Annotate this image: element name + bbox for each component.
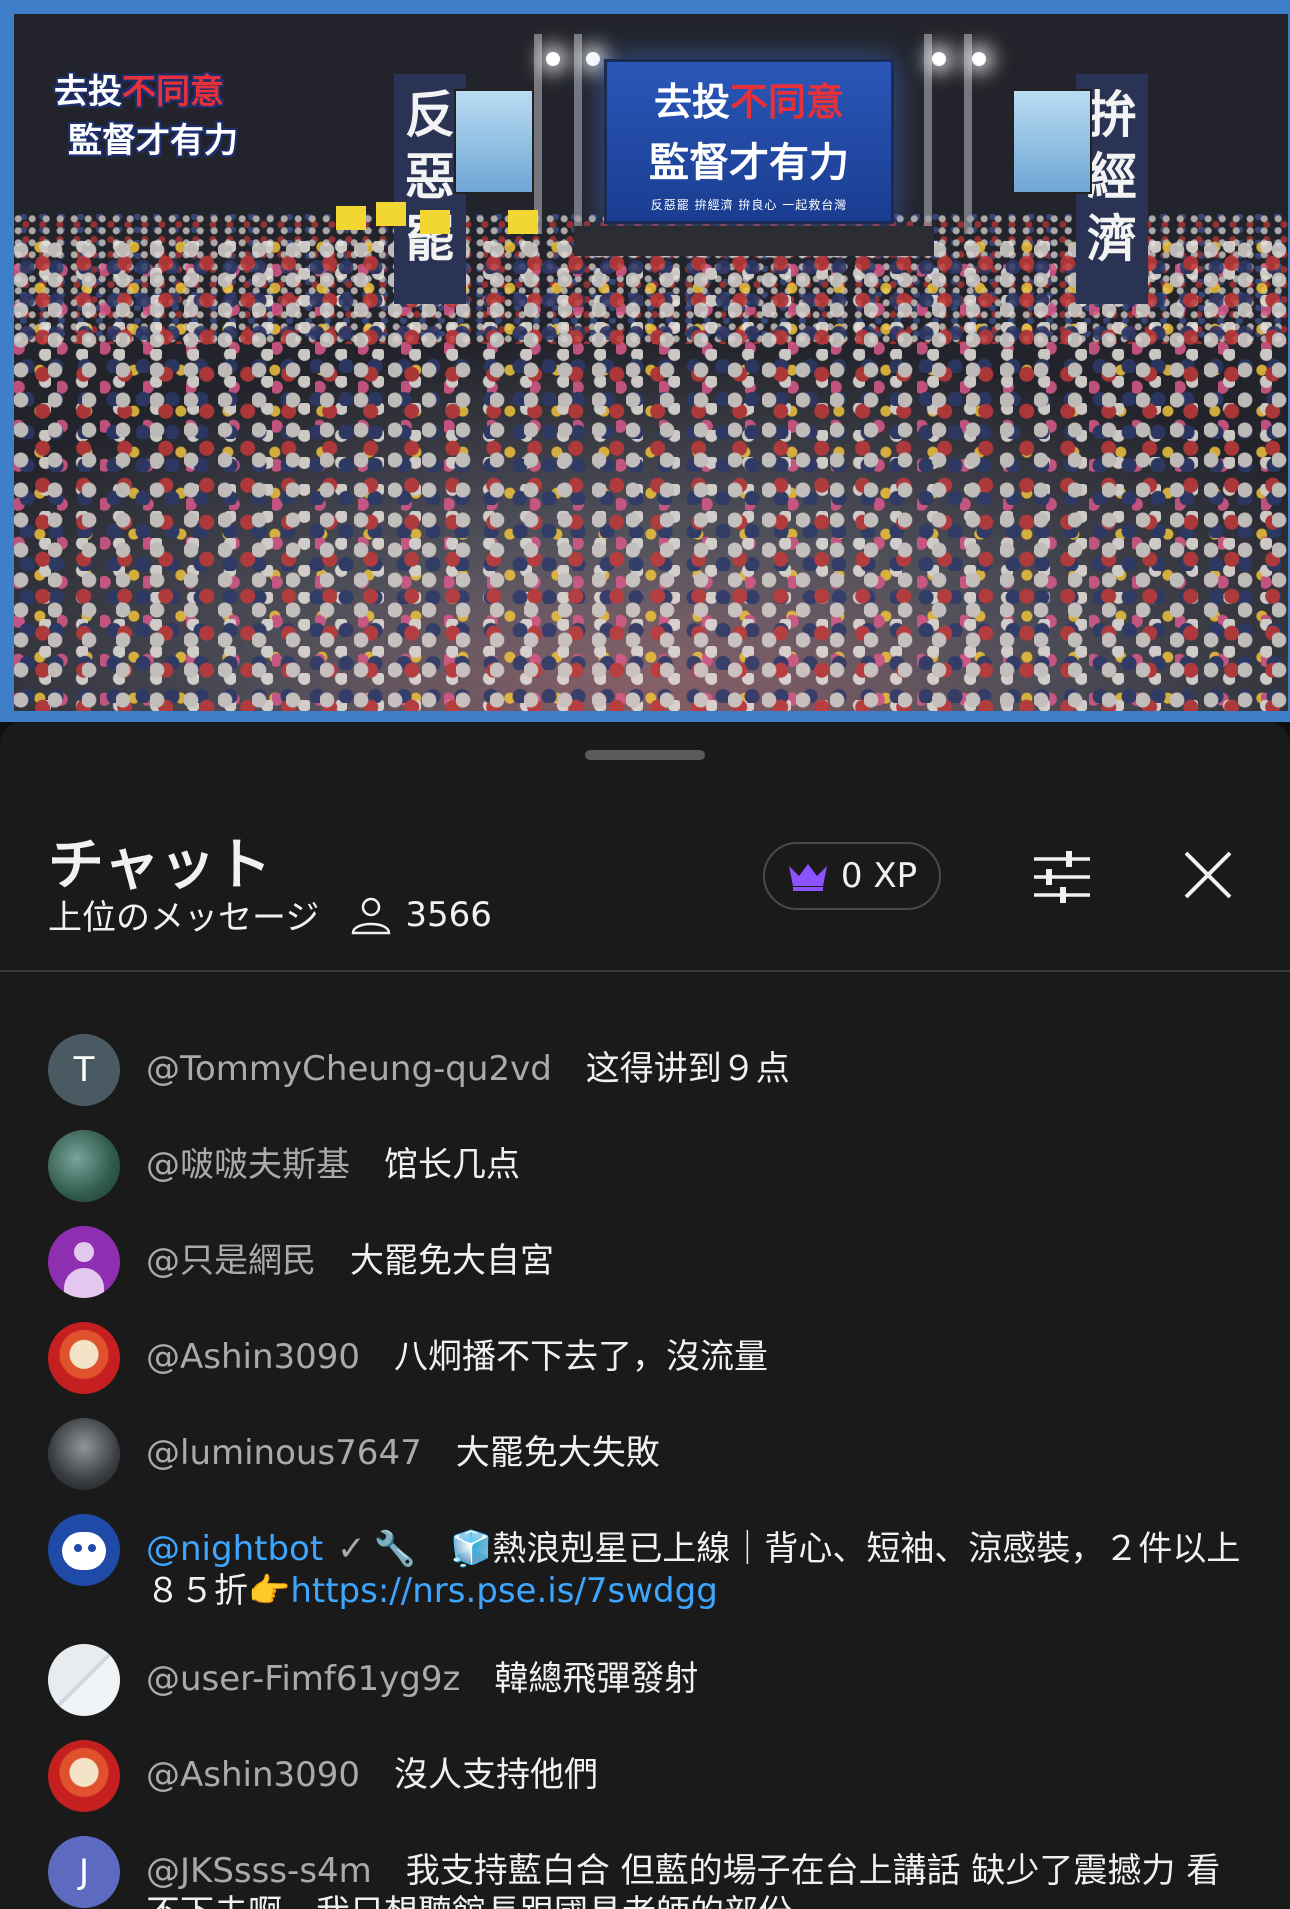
- stage-screen: 去投不同意 監督才有力 反惡罷 拚經濟 拚良心 一起救台灣: [604, 59, 894, 224]
- chat-header: チャット 上位のメッセージ 3566 0 XP: [0, 722, 1290, 972]
- stage-floor: [574, 226, 934, 256]
- chat-message[interactable]: @Ashin3090 八炯播不下去了，沒流量: [48, 1322, 1248, 1394]
- chat-mode-label: 上位のメッセージ: [48, 898, 320, 938]
- video-frame[interactable]: 反 惡 罷 拚 經 濟 去投不同意 監督才有力 反惡罷 拚經濟 拚良心 一起救台…: [14, 14, 1288, 711]
- stage-light: [546, 52, 560, 66]
- live-chat-panel: チャット 上位のメッセージ 3566 0 XP T @TommyCheung-q…: [0, 722, 1290, 1909]
- message-author[interactable]: @luminous7647: [146, 1433, 422, 1473]
- stage-light: [586, 52, 600, 66]
- chat-message[interactable]: @luminous7647 大罷免大失敗: [48, 1418, 1248, 1490]
- banner-char: 惡: [405, 147, 455, 206]
- message-text: 沒人支持他們: [394, 1755, 599, 1795]
- avatar[interactable]: [48, 1226, 120, 1298]
- stage-screen-line2: 監督才有力: [649, 138, 849, 186]
- crowd-foreground: [14, 241, 1288, 711]
- message-author[interactable]: @Ashin3090: [146, 1337, 360, 1377]
- message-text: 韓總飛彈發射: [494, 1659, 699, 1699]
- xp-label: 0 XP: [840, 856, 918, 896]
- logo-text-line2: 監督才有力: [68, 121, 238, 161]
- banner-char: 反: [405, 85, 455, 144]
- chat-message-moderator[interactable]: @nightbot ✓ 🔧 🧊熱浪剋星已上線｜背心、短袖、涼感裝，２件以上８５折👉ht…: [48, 1514, 1248, 1612]
- banner-char: 經: [1087, 147, 1137, 206]
- stage-truss: [964, 34, 972, 234]
- message-text: 大罷免大自宮: [350, 1241, 554, 1281]
- crown-icon: [788, 864, 827, 891]
- logo-text: 去投: [54, 72, 122, 112]
- crowd-sign: [508, 210, 538, 234]
- banner-char: 濟: [1087, 209, 1137, 268]
- chat-message[interactable]: @啵啵夫斯基 馆长几点: [48, 1130, 1248, 1202]
- xp-button[interactable]: 0 XP: [763, 842, 941, 910]
- message-author[interactable]: @啵啵夫斯基: [146, 1145, 350, 1185]
- message-author[interactable]: @JKSsss-s4m: [146, 1851, 372, 1891]
- tune-icon[interactable]: [1030, 847, 1094, 907]
- chat-title: チャット: [48, 833, 272, 898]
- person-icon: [352, 897, 391, 934]
- chat-message[interactable]: J @JKSsss-s4m我支持藍白合 但藍的場子在台上講話 缺少了震撼力 看不…: [48, 1836, 1248, 1909]
- channel-logo: 去投不同意 監督才有力: [54, 64, 238, 162]
- verified-icon: ✓: [337, 1529, 366, 1569]
- drag-handle[interactable]: [585, 750, 705, 760]
- close-icon[interactable]: [1180, 847, 1236, 903]
- avatar-initial: T: [73, 1050, 95, 1090]
- chat-message[interactable]: @只是網民 大罷免大自宮: [48, 1226, 1248, 1298]
- stage-screen-line1: 去投不同意: [654, 71, 844, 126]
- stage-screen-text-red: 不同意: [730, 78, 845, 124]
- avatar[interactable]: [48, 1418, 120, 1490]
- message-author[interactable]: @只是網民: [146, 1241, 316, 1281]
- crowd-sign: [376, 202, 406, 226]
- chat-message[interactable]: @Ashin3090 沒人支持他們: [48, 1740, 1248, 1812]
- side-screen-right: [1012, 89, 1092, 194]
- chat-message[interactable]: T @TommyCheung-qu2vd 这得讲到９点: [48, 1034, 1248, 1106]
- banner-char: 拚: [1087, 85, 1137, 144]
- avatar[interactable]: [48, 1130, 120, 1202]
- video-player[interactable]: 反 惡 罷 拚 經 濟 去投不同意 監督才有力 反惡罷 拚經濟 拚良心 一起救台…: [0, 0, 1290, 722]
- avatar[interactable]: [48, 1740, 120, 1812]
- side-screen-left: [454, 89, 534, 194]
- avatar[interactable]: [48, 1644, 120, 1716]
- crowd-sign: [336, 206, 366, 230]
- stage-screen-line3: 反惡罷 拚經濟 拚良心 一起救台灣: [650, 197, 848, 212]
- stage-truss: [924, 34, 932, 234]
- stage-screen-text: 去投: [653, 78, 730, 124]
- stage-light: [932, 52, 946, 66]
- message-text: 这得讲到９点: [585, 1049, 790, 1089]
- message-text: 八炯播不下去了，沒流量: [394, 1337, 769, 1377]
- avatar[interactable]: [48, 1322, 120, 1394]
- message-author[interactable]: @TommyCheung-qu2vd: [146, 1049, 552, 1089]
- avatar[interactable]: [48, 1514, 120, 1586]
- wrench-icon: 🔧: [373, 1529, 417, 1569]
- message-author[interactable]: @nightbot: [146, 1529, 323, 1569]
- message-link[interactable]: https://nrs.pse.is/7swdgg: [290, 1571, 717, 1611]
- logo-text-red: 不同意: [122, 72, 224, 112]
- message-text: 大罷免大失敗: [455, 1433, 660, 1473]
- message-author[interactable]: @user-Fimf61yg9z: [146, 1659, 460, 1699]
- message-text: 馆长几点: [384, 1145, 520, 1185]
- viewer-count: 3566: [405, 894, 492, 935]
- message-author[interactable]: @Ashin3090: [146, 1755, 360, 1795]
- avatar-initial: J: [78, 1852, 90, 1892]
- stage-light: [972, 52, 986, 66]
- avatar[interactable]: T: [48, 1034, 120, 1106]
- crowd-sign: [420, 210, 450, 234]
- stage-truss: [534, 34, 542, 234]
- chat-message[interactable]: @user-Fimf61yg9z 韓總飛彈發射: [48, 1644, 1248, 1716]
- stage-truss: [574, 34, 582, 234]
- chat-mode-selector[interactable]: 上位のメッセージ 3566: [48, 890, 492, 939]
- avatar[interactable]: J: [48, 1836, 120, 1908]
